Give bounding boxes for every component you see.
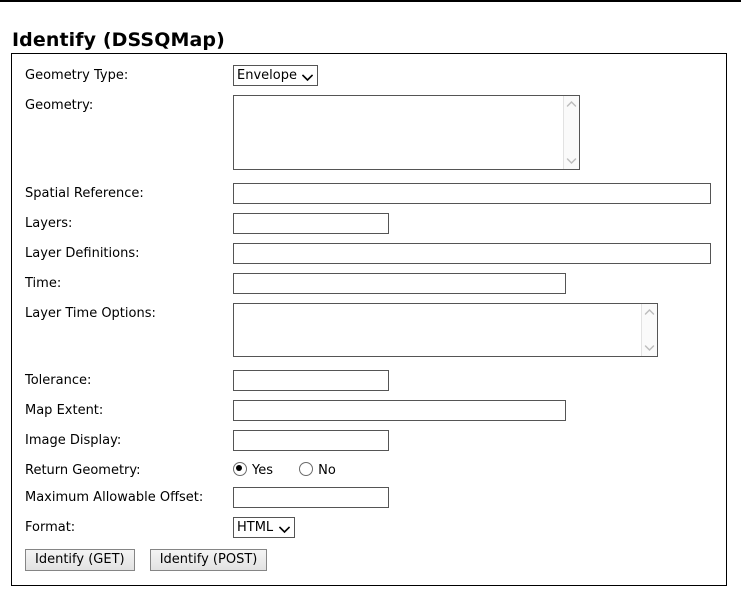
- geometry-type-select[interactable]: Envelope: [233, 65, 318, 86]
- time-input[interactable]: [233, 273, 566, 294]
- field-row-spatial-reference: Spatial Reference:: [25, 183, 711, 213]
- layer-time-options-textarea[interactable]: [234, 304, 641, 356]
- map-extent-input[interactable]: [233, 400, 566, 421]
- chevron-up-icon[interactable]: [644, 307, 655, 318]
- form-actions-row: Identify (GET) Identify (POST): [25, 547, 711, 571]
- label-geometry: Geometry:: [25, 95, 233, 183]
- return-geometry-radio-no[interactable]: No: [299, 462, 336, 478]
- layer-time-options-scrollbar[interactable]: [641, 304, 657, 356]
- form-actions: Identify (GET) Identify (POST): [25, 547, 711, 571]
- identify-get-button[interactable]: Identify (GET): [25, 549, 135, 571]
- chevron-down-icon[interactable]: [644, 342, 655, 353]
- geometry-type-select-wrap: Envelope: [233, 65, 318, 86]
- format-select-wrap: HTML: [233, 517, 295, 538]
- radio-selected-icon[interactable]: [233, 462, 247, 476]
- geometry-scrollbar[interactable]: [563, 96, 579, 169]
- page-top-rule: [0, 0, 741, 2]
- geometry-textarea[interactable]: [234, 96, 563, 169]
- label-maximum-allowable-offset: Maximum Allowable Offset:: [25, 487, 233, 517]
- field-row-layers: Layers:: [25, 213, 711, 243]
- label-image-display: Image Display:: [25, 430, 233, 460]
- field-row-image-display: Image Display:: [25, 430, 711, 460]
- label-return-geometry: Return Geometry:: [25, 460, 233, 487]
- field-row-maximum-allowable-offset: Maximum Allowable Offset:: [25, 487, 711, 517]
- spatial-reference-input[interactable]: [233, 183, 711, 204]
- field-row-layer-definitions: Layer Definitions:: [25, 243, 711, 273]
- geometry-textarea-wrap: [233, 95, 580, 170]
- field-row-layer-time-options: Layer Time Options:: [25, 303, 711, 370]
- field-row-geometry-type: Geometry Type: Envelope: [25, 65, 711, 95]
- page-title: Identify (DSSQMap): [12, 29, 225, 51]
- chevron-up-icon[interactable]: [566, 99, 577, 110]
- label-geometry-type: Geometry Type:: [25, 65, 233, 95]
- label-spatial-reference: Spatial Reference:: [25, 183, 233, 213]
- layers-input[interactable]: [233, 213, 389, 234]
- field-row-time: Time:: [25, 273, 711, 303]
- label-map-extent: Map Extent:: [25, 400, 233, 430]
- format-select[interactable]: HTML: [233, 517, 295, 538]
- label-layer-definitions: Layer Definitions:: [25, 243, 233, 273]
- label-format: Format:: [25, 517, 233, 547]
- identify-post-button[interactable]: Identify (POST): [150, 549, 268, 571]
- return-geometry-yes-label: Yes: [252, 463, 273, 478]
- field-row-tolerance: Tolerance:: [25, 370, 711, 400]
- return-geometry-radio-group: Yes No: [233, 460, 711, 478]
- label-layers: Layers:: [25, 213, 233, 243]
- image-display-input[interactable]: [233, 430, 389, 451]
- label-tolerance: Tolerance:: [25, 370, 233, 400]
- chevron-down-icon[interactable]: [566, 155, 577, 166]
- layer-time-options-textarea-wrap: [233, 303, 658, 357]
- maximum-allowable-offset-input[interactable]: [233, 487, 389, 508]
- tolerance-input[interactable]: [233, 370, 389, 391]
- radio-unselected-icon[interactable]: [299, 462, 313, 476]
- return-geometry-no-label: No: [318, 463, 336, 478]
- field-row-format: Format: HTML: [25, 517, 711, 547]
- return-geometry-radio-yes[interactable]: Yes: [233, 462, 273, 478]
- form-fields-table: Geometry Type: Envelope Geometry:: [25, 65, 711, 571]
- label-time: Time:: [25, 273, 233, 303]
- field-row-return-geometry: Return Geometry: Yes No: [25, 460, 711, 487]
- identify-form: Geometry Type: Envelope Geometry:: [11, 53, 727, 586]
- label-layer-time-options: Layer Time Options:: [25, 303, 233, 370]
- field-row-map-extent: Map Extent:: [25, 400, 711, 430]
- layer-definitions-input[interactable]: [233, 243, 711, 264]
- field-row-geometry: Geometry:: [25, 95, 711, 183]
